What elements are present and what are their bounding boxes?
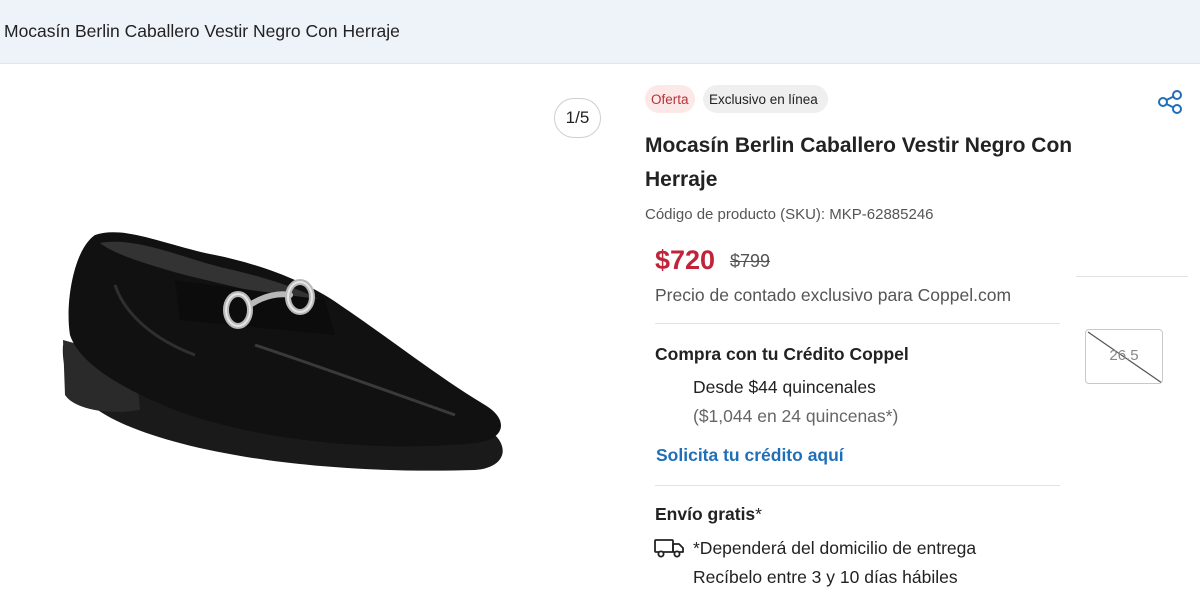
old-price: $799 — [730, 251, 771, 271]
truck-icon — [654, 539, 684, 558]
product-image[interactable] — [55, 225, 515, 490]
free-shipping-asterisk: * — [755, 504, 762, 524]
credit-title: Compra con tu Crédito Coppel — [655, 344, 909, 364]
share-icon[interactable] — [1157, 90, 1183, 114]
free-shipping-title: Envío gratis* — [655, 504, 762, 525]
current-price: $720 — [655, 245, 716, 275]
offer-badge: Oferta — [645, 85, 695, 113]
free-shipping-label: Envío gratis — [655, 504, 756, 524]
delivery-time: Recíbelo entre 3 y 10 días hábiles — [693, 567, 958, 587]
divider — [655, 485, 1060, 486]
size-option-unavailable[interactable]: 26.5 — [1085, 329, 1163, 384]
online-exclusive-badge: Exclusivo en línea — [703, 85, 828, 113]
credit-total: ($1,044 en 24 quincenas*) — [693, 406, 899, 426]
request-credit-link[interactable]: Solicita tu crédito aquí — [656, 445, 844, 466]
product-sku: Código de producto (SKU): MKP-62885246 — [645, 206, 934, 223]
divider — [1076, 276, 1188, 277]
image-counter[interactable]: 1/5 — [554, 98, 601, 138]
shipping-note: *Dependerá del domicilio de entrega — [693, 538, 977, 558]
size-label: 26.5 — [1109, 347, 1139, 364]
credit-installment: Desde $44 quincenales — [693, 377, 876, 397]
page-title: Mocasín Berlin Caballero Vestir Negro Co… — [4, 21, 400, 41]
product-title: Mocasín Berlin Caballero Vestir Negro Co… — [645, 134, 1073, 191]
divider — [655, 323, 1060, 324]
price-note: Precio de contado exclusivo para Coppel.… — [655, 285, 1012, 305]
top-bar: Mocasín Berlin Caballero Vestir Negro Co… — [0, 0, 1200, 64]
